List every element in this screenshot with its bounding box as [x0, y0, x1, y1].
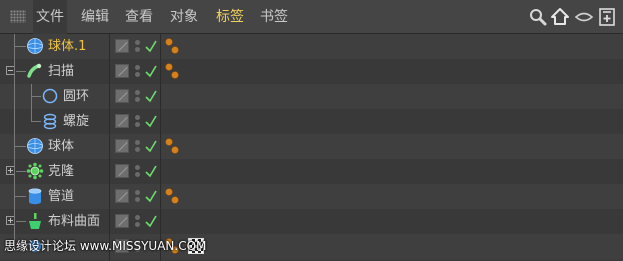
- phong-tag-icon[interactable]: [164, 136, 184, 158]
- object-name[interactable]: 球体.1: [48, 34, 86, 59]
- visibility-dots-icon[interactable]: [134, 188, 142, 204]
- eye-icon[interactable]: [574, 7, 594, 27]
- visibility-dots-icon[interactable]: [134, 38, 142, 54]
- object-name[interactable]: 螺旋: [63, 109, 89, 134]
- menu-object[interactable]: 对象: [170, 0, 198, 34]
- layer-icon[interactable]: [115, 39, 129, 53]
- enabled-check-icon[interactable]: [144, 88, 158, 104]
- visibility-dots-icon[interactable]: [134, 88, 142, 104]
- object-name[interactable]: 管道: [48, 184, 74, 209]
- visibility-dots-icon[interactable]: [134, 213, 142, 229]
- object-row-sphere-1[interactable]: 球体.1: [0, 34, 623, 59]
- object-manager: 球体.1 扫描 圆环 螺旋 球体 克隆 管道 布料曲面: [0, 34, 623, 261]
- object-name[interactable]: 球体: [48, 134, 74, 159]
- layer-icon[interactable]: [115, 89, 129, 103]
- layer-icon[interactable]: [115, 114, 129, 128]
- phong-tag-icon[interactable]: [164, 61, 184, 83]
- layer-icon[interactable]: [115, 164, 129, 178]
- enabled-check-icon[interactable]: [144, 138, 158, 154]
- enabled-check-icon[interactable]: [144, 38, 158, 54]
- new-window-icon[interactable]: [597, 7, 617, 27]
- object-name[interactable]: 克隆: [48, 159, 74, 184]
- sphere-icon: [27, 138, 43, 154]
- home-icon[interactable]: [550, 7, 570, 27]
- visibility-dots-icon[interactable]: [134, 138, 142, 154]
- cloner-icon: [26, 162, 44, 180]
- search-icon[interactable]: [528, 7, 548, 27]
- cloth-surface-icon: [29, 213, 41, 229]
- menu-view[interactable]: 查看: [125, 0, 153, 34]
- menu-edit[interactable]: 编辑: [81, 0, 109, 34]
- object-row-cloner[interactable]: 克隆: [0, 159, 623, 184]
- object-row-cloth-surface[interactable]: 布料曲面: [0, 209, 623, 234]
- tube-icon: [28, 188, 42, 205]
- visibility-dots-icon[interactable]: [134, 163, 142, 179]
- enabled-check-icon[interactable]: [144, 213, 158, 229]
- menu-file[interactable]: 文件: [33, 0, 67, 34]
- enabled-check-icon[interactable]: [144, 188, 158, 204]
- object-name[interactable]: 扫描: [48, 59, 74, 84]
- menu-bar: 文件 编辑 查看 对象 标签 书签: [0, 0, 623, 34]
- object-row-sweep[interactable]: 扫描: [0, 59, 623, 84]
- object-row-sphere[interactable]: 球体: [0, 134, 623, 159]
- object-row-tube[interactable]: 管道: [0, 184, 623, 209]
- watermark-text: 思缘设计论坛 www.MISSYUAN.COM: [4, 239, 207, 253]
- phong-tag-icon[interactable]: [164, 186, 184, 208]
- layer-icon[interactable]: [115, 189, 129, 203]
- layer-icon[interactable]: [115, 64, 129, 78]
- enabled-check-icon[interactable]: [144, 63, 158, 79]
- object-row-helix[interactable]: 螺旋: [0, 109, 623, 134]
- visibility-dots-icon[interactable]: [134, 63, 142, 79]
- enabled-check-icon[interactable]: [144, 163, 158, 179]
- sweep-icon: [27, 63, 42, 78]
- circle-spline-icon: [42, 88, 58, 104]
- menu-tags[interactable]: 标签: [216, 0, 244, 34]
- helix-icon: [43, 113, 57, 130]
- layer-icon[interactable]: [115, 214, 129, 228]
- phong-tag-icon[interactable]: [164, 36, 184, 58]
- visibility-dots-icon[interactable]: [134, 113, 142, 129]
- sphere-icon: [27, 38, 43, 54]
- grip-handle-icon[interactable]: [10, 10, 26, 23]
- layer-icon[interactable]: [115, 139, 129, 153]
- object-name[interactable]: 圆环: [63, 84, 89, 109]
- menu-bookmarks[interactable]: 书签: [260, 0, 288, 34]
- object-row-circle[interactable]: 圆环: [0, 84, 623, 109]
- object-name[interactable]: 布料曲面: [48, 209, 100, 234]
- enabled-check-icon[interactable]: [144, 113, 158, 129]
